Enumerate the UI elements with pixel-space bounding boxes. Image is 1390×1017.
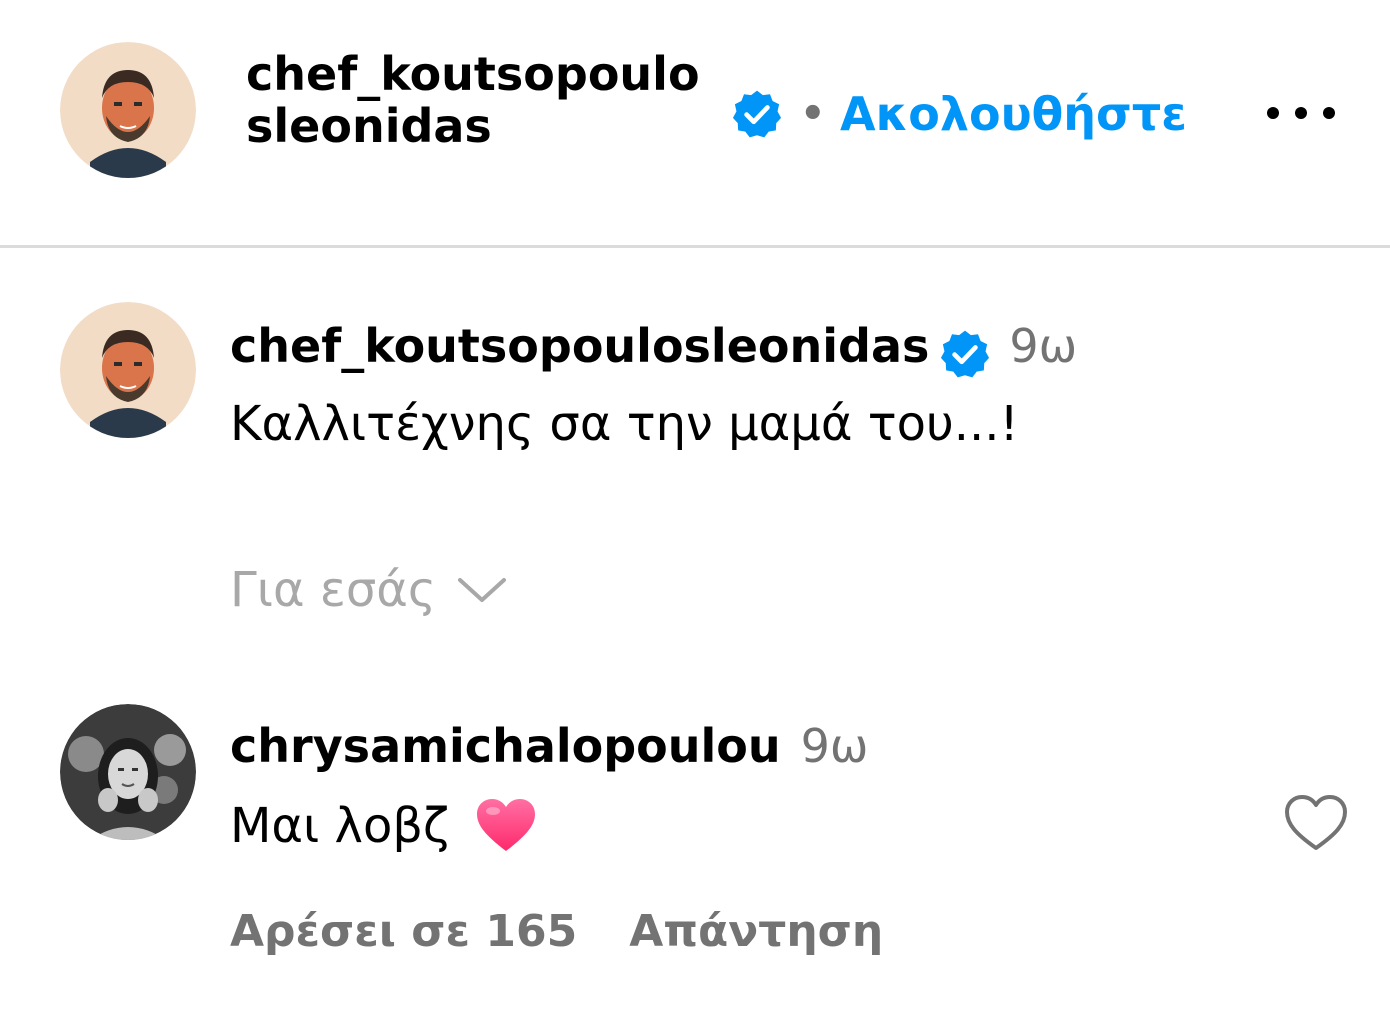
comments-filter-dropdown[interactable]: Για εσάς	[230, 560, 508, 620]
comment-header-line: chrysamichalopoulou 9ω	[230, 716, 868, 787]
follow-button[interactable]: Ακολουθήστε	[840, 84, 1187, 144]
verified-badge-icon	[731, 88, 783, 140]
caption-avatar[interactable]	[60, 302, 196, 438]
header-username[interactable]: chef_koutsopoulosleonidas	[246, 48, 706, 152]
comment-timestamp[interactable]: 9ω	[801, 719, 869, 773]
separator-dot: •	[800, 91, 826, 137]
caption-username[interactable]: chef_koutsopoulosleonidas	[230, 319, 929, 373]
commenter-avatar[interactable]	[60, 704, 196, 840]
caption-text: Καλλιτέχνης σα την μαμά του...!	[230, 396, 1019, 452]
chevron-down-icon	[456, 572, 508, 608]
caption-timestamp[interactable]: 9ω	[1009, 319, 1077, 373]
comment-username[interactable]: chrysamichalopoulou	[230, 719, 781, 773]
header-divider	[0, 245, 1390, 248]
more-options-icon[interactable]	[1262, 96, 1340, 130]
caption-header-line: chef_koutsopoulosleonidas 9ω	[230, 316, 1077, 387]
verified-badge-icon	[939, 328, 991, 380]
comments-filter-label: Για εσάς	[230, 562, 437, 618]
reply-button[interactable]: Απάντηση	[629, 906, 883, 957]
comment-text-line: Μαι λοβζ	[230, 796, 537, 856]
header-avatar[interactable]	[60, 42, 196, 178]
like-heart-icon[interactable]	[1282, 792, 1350, 854]
comment-meta: Αρέσει σε 165 Απάντηση	[230, 902, 883, 962]
pink-heart-emoji-icon	[475, 797, 537, 855]
comment-likes-count[interactable]: Αρέσει σε 165	[230, 906, 577, 957]
comment-text: Μαι λοβζ	[230, 798, 450, 854]
